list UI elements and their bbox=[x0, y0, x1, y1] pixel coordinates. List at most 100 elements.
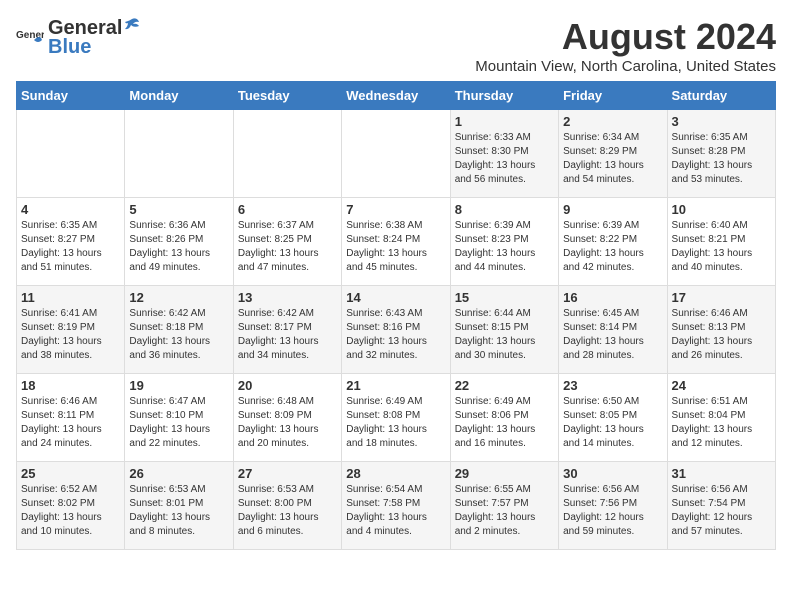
cell-content: Sunrise: 6:41 AMSunset: 8:19 PMDaylight:… bbox=[21, 307, 120, 363]
cell-content: Sunrise: 6:53 AMSunset: 8:00 PMDaylight:… bbox=[238, 483, 337, 539]
calendar-cell: 12Sunrise: 6:42 AMSunset: 8:18 PMDayligh… bbox=[125, 286, 233, 374]
cell-content: Sunrise: 6:37 AMSunset: 8:25 PMDaylight:… bbox=[238, 219, 337, 275]
day-number: 24 bbox=[672, 378, 771, 393]
header-day-monday: Monday bbox=[125, 82, 233, 110]
calendar-week-4: 18Sunrise: 6:46 AMSunset: 8:11 PMDayligh… bbox=[17, 374, 776, 462]
cell-content: Sunrise: 6:48 AMSunset: 8:09 PMDaylight:… bbox=[238, 395, 337, 451]
cell-content: Sunrise: 6:35 AMSunset: 8:28 PMDaylight:… bbox=[672, 131, 771, 187]
day-number: 20 bbox=[238, 378, 337, 393]
calendar-cell: 10 Sunrise: 6:40 AMSunset: 8:21 PMDayligh… bbox=[667, 198, 775, 286]
calendar-cell: 25 Sunrise: 6:52 AMSunset: 8:02 PMDayligh… bbox=[17, 462, 125, 550]
main-title: August 2024 bbox=[475, 16, 776, 58]
logo-bird-icon bbox=[123, 16, 141, 34]
day-number: 6 bbox=[238, 202, 337, 217]
header-day-sunday: Sunday bbox=[17, 82, 125, 110]
calendar-cell: 11 Sunrise: 6:41 AMSunset: 8:19 PMDayligh… bbox=[17, 286, 125, 374]
calendar-cell bbox=[125, 110, 233, 198]
cell-content: Sunrise: 6:54 AMSunset: 7:58 PMDaylight:… bbox=[346, 483, 445, 539]
day-number: 4 bbox=[21, 202, 120, 217]
calendar-cell bbox=[233, 110, 341, 198]
day-number: 2 bbox=[563, 114, 662, 129]
calendar-cell: 20 Sunrise: 6:48 AMSunset: 8:09 PMDayligh… bbox=[233, 374, 341, 462]
cell-content: Sunrise: 6:46 AMSunset: 8:11 PMDaylight:… bbox=[21, 395, 120, 451]
day-number: 9 bbox=[563, 202, 662, 217]
day-number: 16 bbox=[563, 290, 662, 305]
calendar-cell: 26 Sunrise: 6:53 AMSunset: 8:01 PMDayligh… bbox=[125, 462, 233, 550]
day-number: 17 bbox=[672, 290, 771, 305]
day-number: 3 bbox=[672, 114, 771, 129]
calendar-week-1: 1 Sunrise: 6:33 AMSunset: 8:30 PMDaylight… bbox=[17, 110, 776, 198]
calendar-cell: 17 Sunrise: 6:46 AMSunset: 8:13 PMDayligh… bbox=[667, 286, 775, 374]
calendar-week-2: 4 Sunrise: 6:35 AMSunset: 8:27 PMDaylight… bbox=[17, 198, 776, 286]
calendar-cell: 2 Sunrise: 6:34 AMSunset: 8:29 PMDaylight… bbox=[559, 110, 667, 198]
cell-content: Sunrise: 6:44 AMSunset: 8:15 PMDaylight:… bbox=[455, 307, 554, 363]
calendar-cell: 24 Sunrise: 6:51 AMSunset: 8:04 PMDayligh… bbox=[667, 374, 775, 462]
cell-content: Sunrise: 6:39 AMSunset: 8:23 PMDaylight:… bbox=[455, 219, 554, 275]
calendar-cell bbox=[17, 110, 125, 198]
cell-content: Sunrise: 6:35 AMSunset: 8:27 PMDaylight:… bbox=[21, 219, 120, 275]
calendar-cell: 1 Sunrise: 6:33 AMSunset: 8:30 PMDaylight… bbox=[450, 110, 558, 198]
calendar-week-3: 11 Sunrise: 6:41 AMSunset: 8:19 PMDayligh… bbox=[17, 286, 776, 374]
calendar-cell: 18Sunrise: 6:46 AMSunset: 8:11 PMDayligh… bbox=[17, 374, 125, 462]
calendar-cell: 3 Sunrise: 6:35 AMSunset: 8:28 PMDaylight… bbox=[667, 110, 775, 198]
cell-content: Sunrise: 6:55 AMSunset: 7:57 PMDaylight:… bbox=[455, 483, 554, 539]
cell-content: Sunrise: 6:42 AMSunset: 8:18 PMDaylight:… bbox=[129, 307, 228, 363]
day-number: 22 bbox=[455, 378, 554, 393]
header-day-thursday: Thursday bbox=[450, 82, 558, 110]
day-number: 26 bbox=[129, 466, 228, 481]
day-number: 28 bbox=[346, 466, 445, 481]
calendar-cell: 6 Sunrise: 6:37 AMSunset: 8:25 PMDaylight… bbox=[233, 198, 341, 286]
day-number: 1 bbox=[455, 114, 554, 129]
day-number: 29 bbox=[455, 466, 554, 481]
calendar-cell: 5Sunrise: 6:36 AMSunset: 8:26 PMDaylight… bbox=[125, 198, 233, 286]
header-day-tuesday: Tuesday bbox=[233, 82, 341, 110]
cell-content: Sunrise: 6:34 AMSunset: 8:29 PMDaylight:… bbox=[563, 131, 662, 187]
header: General General Blue August 2024 Mountai… bbox=[16, 16, 776, 75]
calendar-header-row: SundayMondayTuesdayWednesdayThursdayFrid… bbox=[17, 82, 776, 110]
calendar-table: SundayMondayTuesdayWednesdayThursdayFrid… bbox=[16, 81, 776, 550]
calendar-cell: 8 Sunrise: 6:39 AMSunset: 8:23 PMDaylight… bbox=[450, 198, 558, 286]
day-number: 19 bbox=[129, 378, 228, 393]
cell-content: Sunrise: 6:49 AMSunset: 8:06 PMDaylight:… bbox=[455, 395, 554, 451]
day-number: 13 bbox=[238, 290, 337, 305]
calendar-cell: 21Sunrise: 6:49 AMSunset: 8:08 PMDayligh… bbox=[342, 374, 450, 462]
cell-content: Sunrise: 6:56 AMSunset: 7:56 PMDaylight:… bbox=[563, 483, 662, 539]
calendar-cell: 27Sunrise: 6:53 AMSunset: 8:00 PMDayligh… bbox=[233, 462, 341, 550]
day-number: 25 bbox=[21, 466, 120, 481]
cell-content: Sunrise: 6:46 AMSunset: 8:13 PMDaylight:… bbox=[672, 307, 771, 363]
calendar-week-5: 25 Sunrise: 6:52 AMSunset: 8:02 PMDayligh… bbox=[17, 462, 776, 550]
calendar-cell: 28 Sunrise: 6:54 AMSunset: 7:58 PMDayligh… bbox=[342, 462, 450, 550]
cell-content: Sunrise: 6:38 AMSunset: 8:24 PMDaylight:… bbox=[346, 219, 445, 275]
calendar-cell: 29 Sunrise: 6:55 AMSunset: 7:57 PMDayligh… bbox=[450, 462, 558, 550]
cell-content: Sunrise: 6:53 AMSunset: 8:01 PMDaylight:… bbox=[129, 483, 228, 539]
day-number: 31 bbox=[672, 466, 771, 481]
calendar-cell bbox=[342, 110, 450, 198]
cell-content: Sunrise: 6:33 AMSunset: 8:30 PMDaylight:… bbox=[455, 131, 554, 187]
cell-content: Sunrise: 6:51 AMSunset: 8:04 PMDaylight:… bbox=[672, 395, 771, 451]
cell-content: Sunrise: 6:40 AMSunset: 8:21 PMDaylight:… bbox=[672, 219, 771, 275]
day-number: 15 bbox=[455, 290, 554, 305]
calendar-cell: 9 Sunrise: 6:39 AMSunset: 8:22 PMDaylight… bbox=[559, 198, 667, 286]
calendar-cell: 31 Sunrise: 6:56 AMSunset: 7:54 PMDayligh… bbox=[667, 462, 775, 550]
cell-content: Sunrise: 6:36 AMSunset: 8:26 PMDaylight:… bbox=[129, 219, 228, 275]
day-number: 10 bbox=[672, 202, 771, 217]
cell-content: Sunrise: 6:56 AMSunset: 7:54 PMDaylight:… bbox=[672, 483, 771, 539]
cell-content: Sunrise: 6:43 AMSunset: 8:16 PMDaylight:… bbox=[346, 307, 445, 363]
cell-content: Sunrise: 6:45 AMSunset: 8:14 PMDaylight:… bbox=[563, 307, 662, 363]
calendar-cell: 7 Sunrise: 6:38 AMSunset: 8:24 PMDaylight… bbox=[342, 198, 450, 286]
cell-content: Sunrise: 6:42 AMSunset: 8:17 PMDaylight:… bbox=[238, 307, 337, 363]
day-number: 8 bbox=[455, 202, 554, 217]
cell-content: Sunrise: 6:50 AMSunset: 8:05 PMDaylight:… bbox=[563, 395, 662, 451]
title-area: August 2024 Mountain View, North Carolin… bbox=[475, 16, 776, 75]
cell-content: Sunrise: 6:52 AMSunset: 8:02 PMDaylight:… bbox=[21, 483, 120, 539]
day-number: 11 bbox=[21, 290, 120, 305]
calendar-cell: 30Sunrise: 6:56 AMSunset: 7:56 PMDayligh… bbox=[559, 462, 667, 550]
header-day-saturday: Saturday bbox=[667, 82, 775, 110]
cell-content: Sunrise: 6:47 AMSunset: 8:10 PMDaylight:… bbox=[129, 395, 228, 451]
header-day-wednesday: Wednesday bbox=[342, 82, 450, 110]
day-number: 14 bbox=[346, 290, 445, 305]
calendar-cell: 19 Sunrise: 6:47 AMSunset: 8:10 PMDayligh… bbox=[125, 374, 233, 462]
calendar-cell: 23Sunrise: 6:50 AMSunset: 8:05 PMDayligh… bbox=[559, 374, 667, 462]
cell-content: Sunrise: 6:39 AMSunset: 8:22 PMDaylight:… bbox=[563, 219, 662, 275]
day-number: 7 bbox=[346, 202, 445, 217]
